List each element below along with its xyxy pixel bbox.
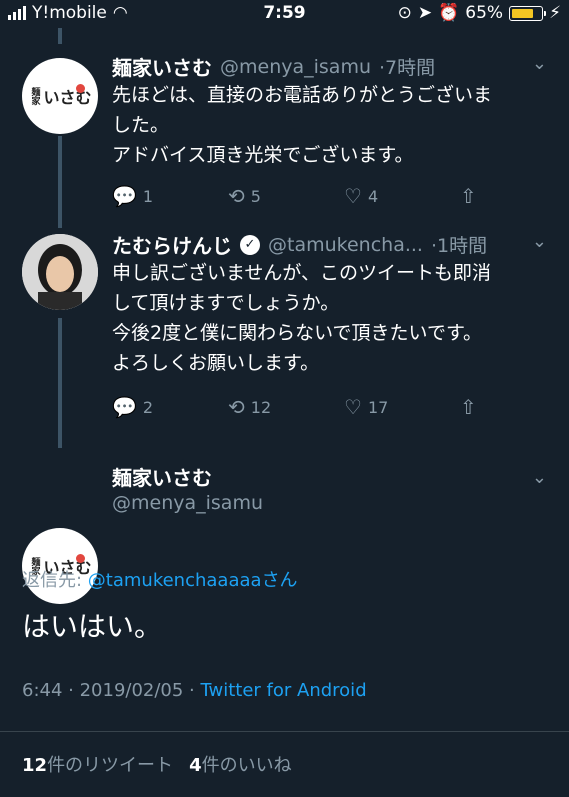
chevron-down-icon[interactable]: ⌄ bbox=[532, 53, 547, 74]
tweet-text: 先ほどは、直接のお電話ありがとうございま した。 アドバイス頂き光栄でございます… bbox=[112, 84, 493, 166]
heart-icon: ♡ bbox=[344, 395, 362, 419]
battery-percent: 65% bbox=[465, 3, 504, 23]
share-button[interactable]: ⇧ bbox=[460, 184, 569, 208]
avatar[interactable] bbox=[22, 234, 98, 310]
mention-link[interactable]: @tamukenchaaaaa bbox=[88, 570, 262, 591]
display-name[interactable]: 麺家いさむ bbox=[112, 52, 212, 81]
alarm-icon: ⏰ bbox=[438, 3, 460, 23]
share-icon: ⇧ bbox=[460, 184, 477, 208]
avatar[interactable]: 麺家 いさむ bbox=[22, 58, 98, 134]
tweet-header: たむらけんじ ✓ @tamukencha... ·1時間 bbox=[112, 230, 487, 259]
user-handle[interactable]: @menya_isamu bbox=[112, 492, 263, 514]
retweet-icon: ⟲ bbox=[228, 184, 245, 208]
display-name[interactable]: 麺家いさむ bbox=[112, 462, 212, 491]
tweet-actions: 💬 2 ⟲ 12 ♡ 17 ⇧ bbox=[112, 395, 569, 419]
chevron-down-icon[interactable]: ⌄ bbox=[532, 467, 547, 488]
verified-badge-icon: ✓ bbox=[240, 234, 260, 255]
like-button[interactable]: ♡ 17 bbox=[344, 395, 460, 419]
chevron-down-icon[interactable]: ⌄ bbox=[532, 231, 547, 252]
client-link[interactable]: Twitter for Android bbox=[201, 680, 367, 701]
location-icon: ➤ bbox=[417, 3, 433, 23]
share-icon: ⇧ bbox=[460, 395, 477, 419]
status-bar: Y!mobile ◠ 7:59 ⊙ ➤ ⏰ 65% ⚡ bbox=[0, 0, 569, 28]
tweet-text: 申し訳ございませんが、このツイートも即消 して頂けますでしょうか。 今後2度と僕… bbox=[112, 262, 492, 374]
retweet-button[interactable]: ⟲ 5 bbox=[228, 184, 344, 208]
reply-button[interactable]: 💬 2 bbox=[112, 395, 228, 419]
tweet-header: 麺家いさむ @menya_isamu ·7時間 bbox=[112, 52, 435, 81]
person-photo-icon bbox=[22, 234, 98, 310]
user-handle[interactable]: @tamukencha... bbox=[268, 234, 423, 256]
status-right: ⊙ ➤ ⏰ 65% ⚡ bbox=[398, 3, 561, 23]
display-name[interactable]: たむらけんじ bbox=[112, 230, 232, 259]
like-count-link[interactable]: 4件のいいね bbox=[189, 751, 292, 777]
retweet-icon: ⟲ bbox=[228, 395, 245, 419]
heart-icon: ♡ bbox=[344, 184, 362, 208]
thread-line-2 bbox=[58, 318, 62, 448]
battery-icon bbox=[509, 5, 547, 21]
retweet-button[interactable]: ⟲ 12 bbox=[228, 395, 344, 419]
tweet-timestamp: 6:44 · 2019/02/05 · bbox=[22, 680, 201, 701]
thread-line-1 bbox=[58, 136, 62, 228]
like-button[interactable]: ♡ 4 bbox=[344, 184, 460, 208]
tweet-meta: 6:44 · 2019/02/05 · Twitter for Android bbox=[22, 680, 367, 701]
tweet-stats: 12件のリツイート 4件のいいね bbox=[22, 751, 292, 777]
retweet-count-link[interactable]: 12件のリツイート bbox=[22, 751, 173, 777]
tweet-age: ·1時間 bbox=[430, 235, 488, 257]
reply-icon: 💬 bbox=[112, 395, 137, 419]
charging-icon: ⚡ bbox=[549, 3, 561, 23]
tweet-actions: 💬 1 ⟲ 5 ♡ 4 ⇧ bbox=[112, 184, 569, 208]
reply-button[interactable]: 💬 1 bbox=[112, 184, 228, 208]
reply-icon: 💬 bbox=[112, 184, 137, 208]
user-handle[interactable]: @menya_isamu bbox=[220, 56, 371, 78]
share-button[interactable]: ⇧ bbox=[460, 395, 569, 419]
tweet-age: ·7時間 bbox=[379, 57, 436, 79]
reply-to-line: 返信先: @tamukenchaaaaaさん bbox=[22, 570, 298, 591]
rotation-lock-icon: ⊙ bbox=[397, 3, 412, 23]
thread-line-top bbox=[58, 28, 62, 44]
divider bbox=[0, 731, 569, 732]
tweet-text: はいはい。 bbox=[22, 610, 163, 643]
